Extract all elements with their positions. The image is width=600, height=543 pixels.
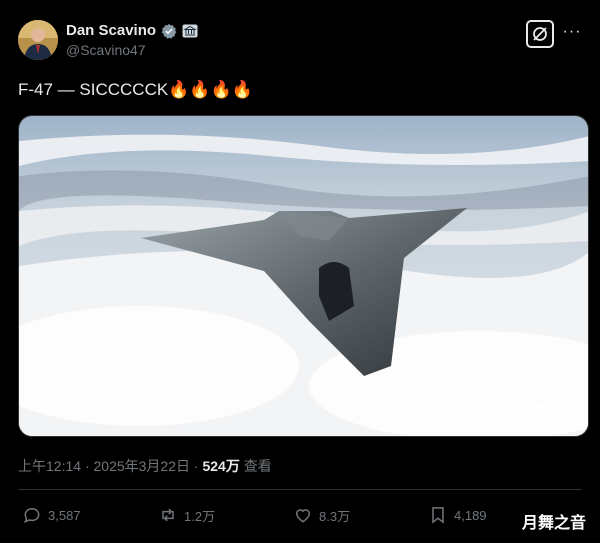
grok-icon [533,27,547,41]
more-options-icon[interactable]: ··· [562,24,582,44]
retweet-icon [162,508,174,522]
tweet-time[interactable]: 上午12:14 [18,458,81,474]
author-name[interactable]: Dan Scavino [66,22,156,39]
reply-icon [24,507,40,524]
separator: · [84,458,94,474]
retweet-count: 1.2万 [184,508,216,524]
tweet-text: F-47 — SICCCCCK🔥🔥🔥🔥 [18,80,253,99]
heart-icon [295,509,311,523]
divider [18,489,582,490]
name-row: Dan Scavino [66,22,198,39]
tweet-image[interactable] [18,115,589,437]
verified-badge-icon [161,23,177,39]
grok-button[interactable] [526,20,554,48]
action-bar: 3,587 1.2万 8.3万 4,189 [18,505,582,529]
like-count: 8.3万 [319,508,351,524]
tweet-date[interactable]: 2025年3月22日 [94,458,191,474]
reply-button[interactable]: 3,587 [22,505,81,525]
watermark: 月舞之音 [521,515,586,532]
reply-count: 3,587 [48,507,81,523]
bookmark-icon [432,507,444,524]
tweet-header: Dan Scavino @Scavino47 ··· [18,18,582,62]
bookmark-button[interactable]: 4,189 [428,505,487,525]
avatar[interactable] [18,20,58,60]
like-button[interactable]: 8.3万 [293,505,350,525]
views-label: 查看 [243,458,272,474]
bookmark-count: 4,189 [454,507,487,523]
views-count: 524万 [202,458,240,474]
government-badge-icon [182,24,198,38]
retweet-button[interactable]: 1.2万 [158,505,215,525]
tweet-meta: 上午12:14 · 2025年3月22日 · 524万 查看 [18,456,272,476]
author-handle[interactable]: @Scavino47 [66,42,146,58]
fighter-jet-image [19,116,588,436]
